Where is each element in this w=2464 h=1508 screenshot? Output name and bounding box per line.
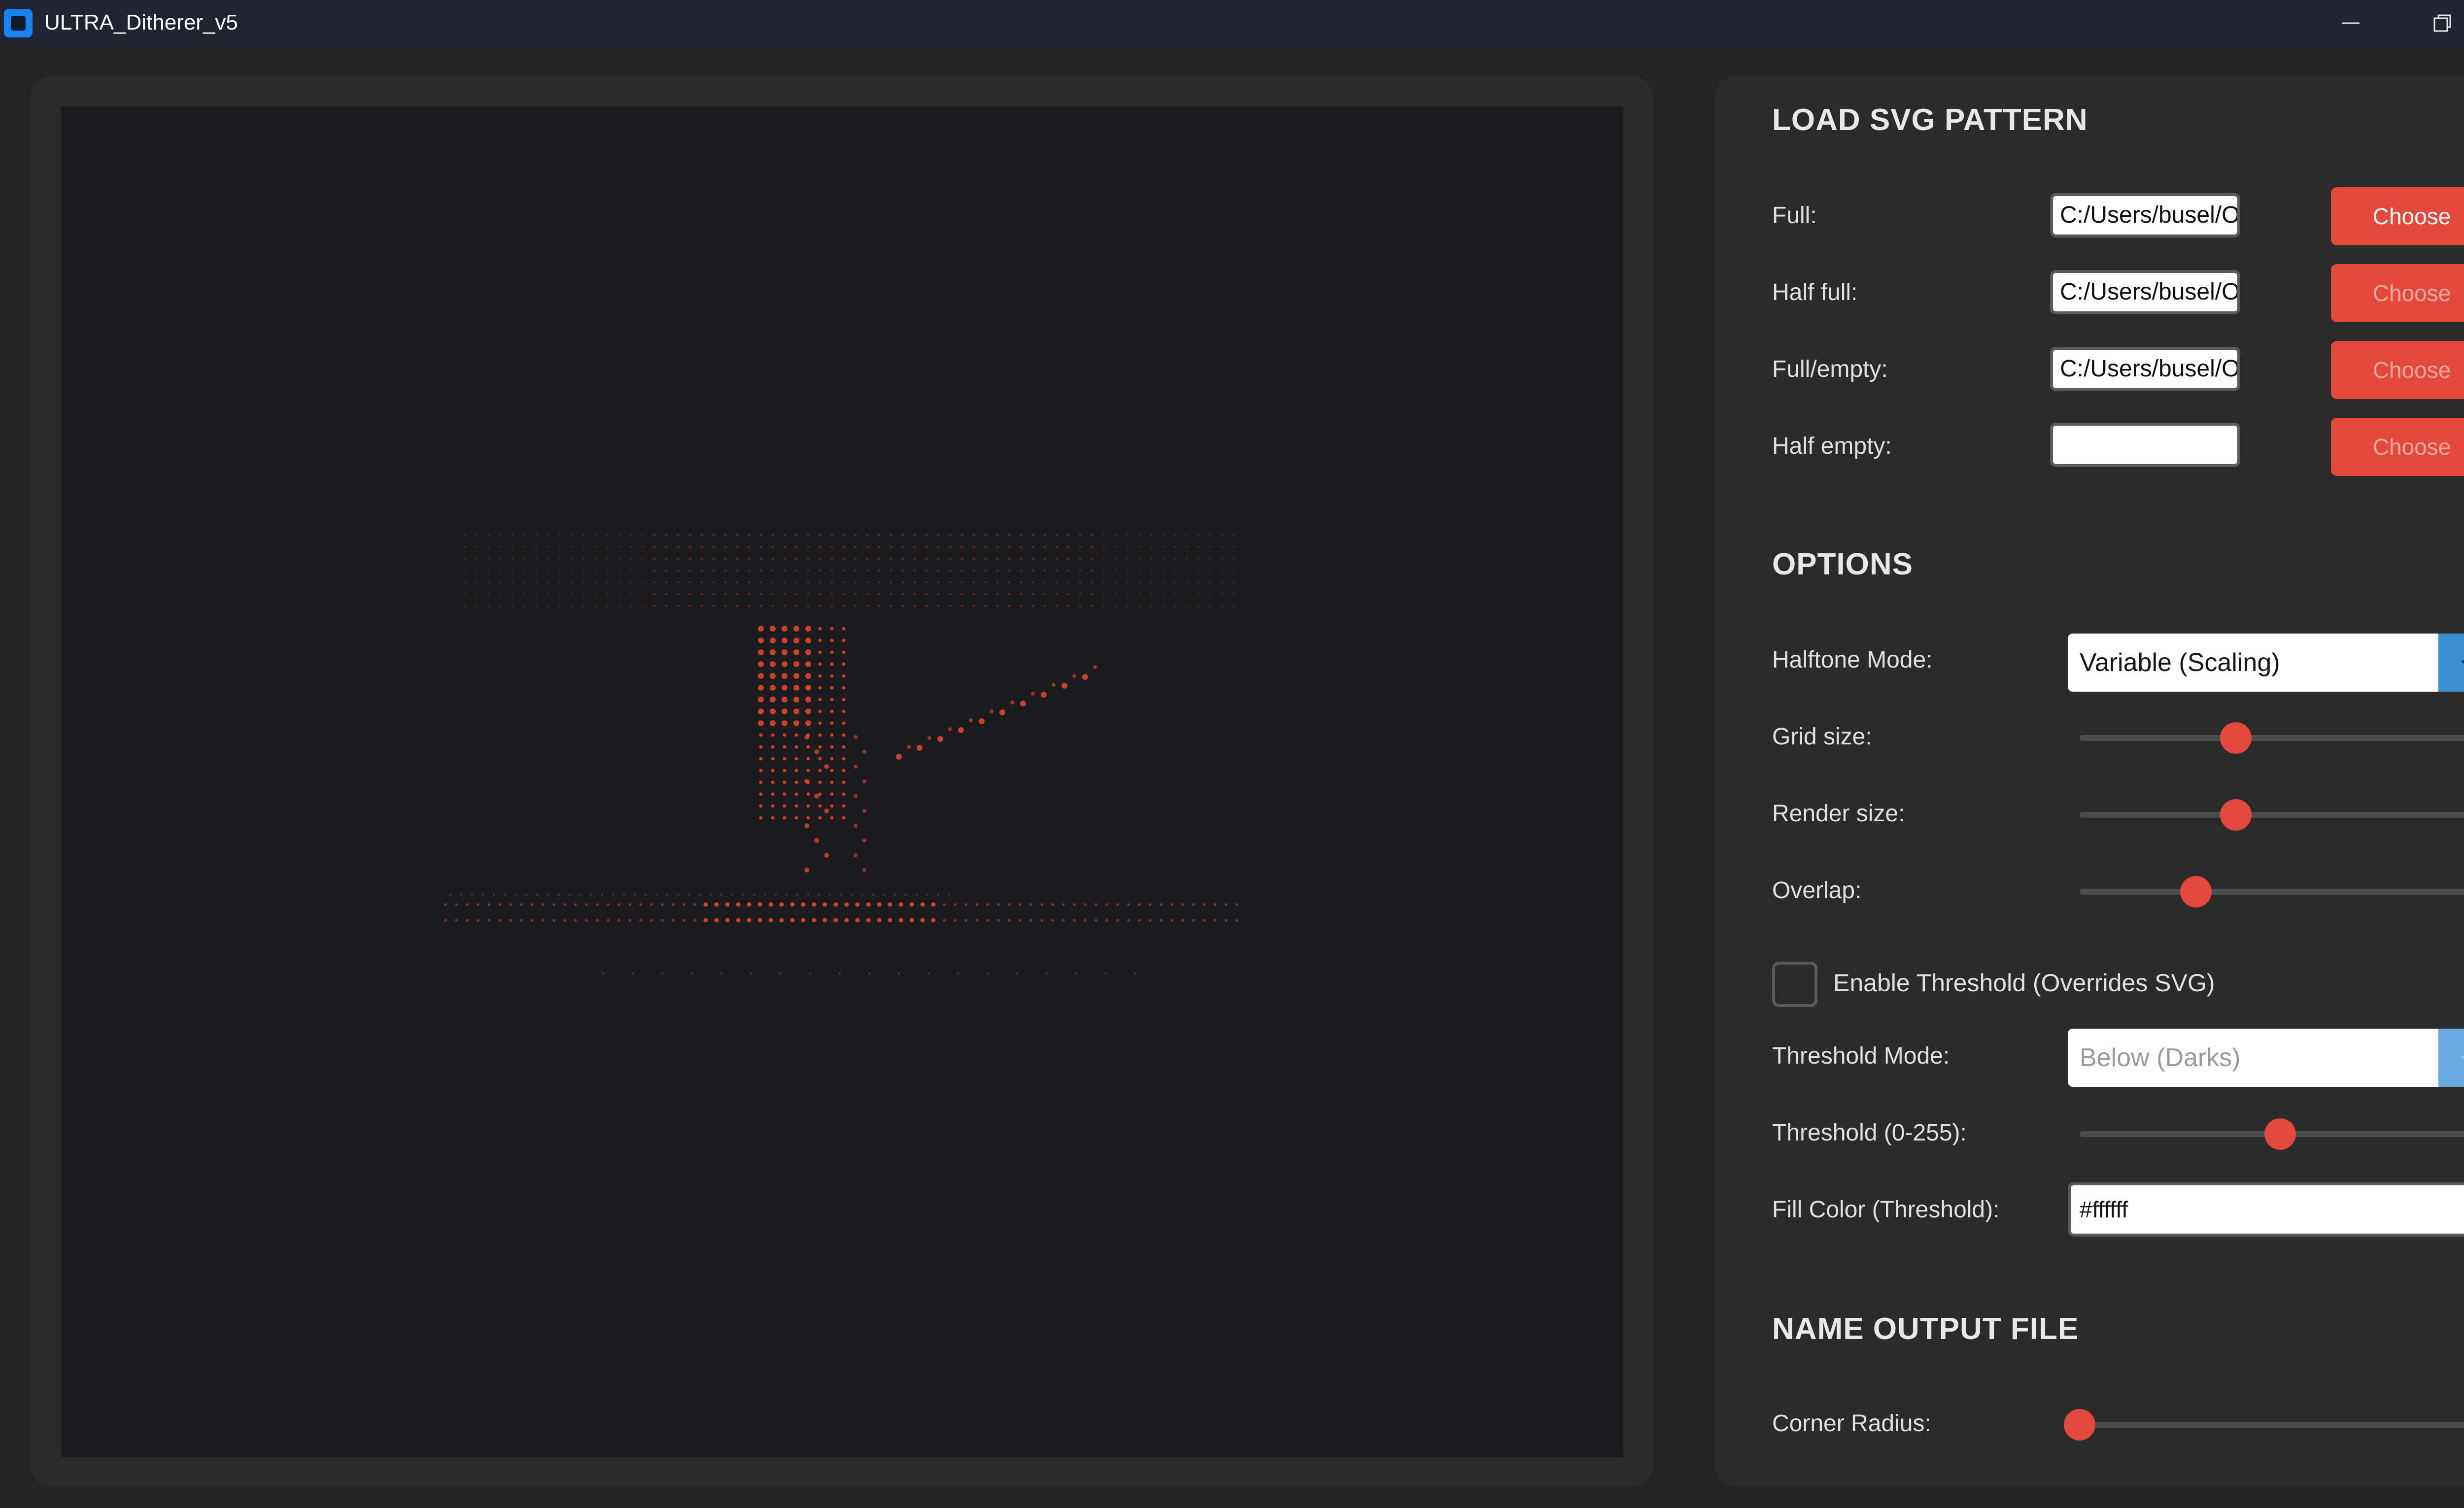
- threshold-mode-label: Threshold Mode:: [1772, 1043, 1950, 1069]
- slider-track: [2080, 1422, 2464, 1428]
- slider-thumb[interactable]: [2220, 722, 2252, 754]
- grid-size-slider[interactable]: [2080, 718, 2464, 758]
- halftone-mode-label: Halftone Mode:: [1772, 647, 1933, 673]
- threshold-mode-dropdown[interactable]: Below (Darks): [2068, 1029, 2464, 1087]
- threshold-mode-value: Below (Darks): [2080, 1043, 2241, 1072]
- minimize-button[interactable]: [2306, 0, 2395, 46]
- overlap-label: Overlap:: [1772, 877, 1862, 904]
- slider-track: [2080, 812, 2464, 818]
- slider-track: [2080, 735, 2464, 741]
- corner-radius-slider[interactable]: [2064, 1405, 2464, 1444]
- half-full-path-input[interactable]: C:/Users/busel/OneI: [2050, 270, 2240, 314]
- halftone-mode-dropdown[interactable]: Variable (Scaling): [2068, 634, 2464, 692]
- full-empty-label: Full/empty:: [1772, 356, 1888, 382]
- halftone-mode-value: Variable (Scaling): [2080, 648, 2280, 677]
- enable-threshold-checkbox[interactable]: [1772, 962, 1817, 1007]
- threshold-slider[interactable]: [2080, 1114, 2464, 1154]
- fill-color-input[interactable]: #ffffff: [2068, 1182, 2464, 1237]
- half-empty-label: Half empty:: [1772, 433, 1892, 459]
- chevron-down-icon[interactable]: [2438, 634, 2464, 692]
- slider-thumb[interactable]: [2180, 876, 2212, 907]
- minimize-icon: [2342, 22, 2360, 24]
- grid-size-label: Grid size:: [1772, 724, 1872, 750]
- render-size-slider[interactable]: [2080, 795, 2464, 835]
- dither-preview-image: [444, 534, 1238, 975]
- restore-icon: [2433, 14, 2451, 32]
- options-heading: OPTIONS: [1772, 547, 1914, 581]
- overlap-slider[interactable]: [2080, 872, 2464, 911]
- slider-thumb[interactable]: [2064, 1409, 2095, 1441]
- full-empty-path-input[interactable]: C:/Users/busel/OneI: [2050, 347, 2240, 391]
- app-icon: [4, 9, 33, 37]
- slider-thumb[interactable]: [2220, 799, 2252, 831]
- slider-thumb[interactable]: [2264, 1118, 2296, 1150]
- half-empty-path-input[interactable]: [2050, 423, 2240, 467]
- restore-button[interactable]: [2398, 0, 2464, 46]
- window-title: ULTRA_Ditherer_v5: [44, 10, 238, 34]
- corner-radius-label: Corner Radius:: [1772, 1410, 1931, 1437]
- render-size-label: Render size:: [1772, 801, 1905, 827]
- full-path-input[interactable]: C:/Users/busel/OneI: [2050, 193, 2240, 237]
- threshold-label: Threshold (0-255):: [1772, 1120, 1967, 1146]
- slider-track: [2080, 889, 2464, 895]
- load-svg-heading: LOAD SVG PATTERN: [1772, 103, 2088, 137]
- full-choose-button[interactable]: Choose: [2331, 187, 2464, 245]
- half-empty-choose-button[interactable]: Choose: [2331, 418, 2464, 476]
- half-full-choose-button[interactable]: Choose: [2331, 264, 2464, 322]
- enable-threshold-label[interactable]: Enable Threshold (Overrides SVG): [1833, 969, 2215, 997]
- title-bar: ULTRA_Ditherer_v5: [0, 0, 2464, 46]
- preview-canvas[interactable]: [61, 106, 1623, 1457]
- full-empty-choose-button[interactable]: Choose: [2331, 341, 2464, 399]
- chevron-down-icon[interactable]: [2438, 1029, 2464, 1087]
- half-full-label: Half full:: [1772, 279, 1858, 305]
- fill-color-label: Fill Color (Threshold):: [1772, 1197, 2000, 1223]
- full-label: Full:: [1772, 202, 1817, 229]
- name-output-heading: NAME OUTPUT FILE: [1772, 1312, 2079, 1346]
